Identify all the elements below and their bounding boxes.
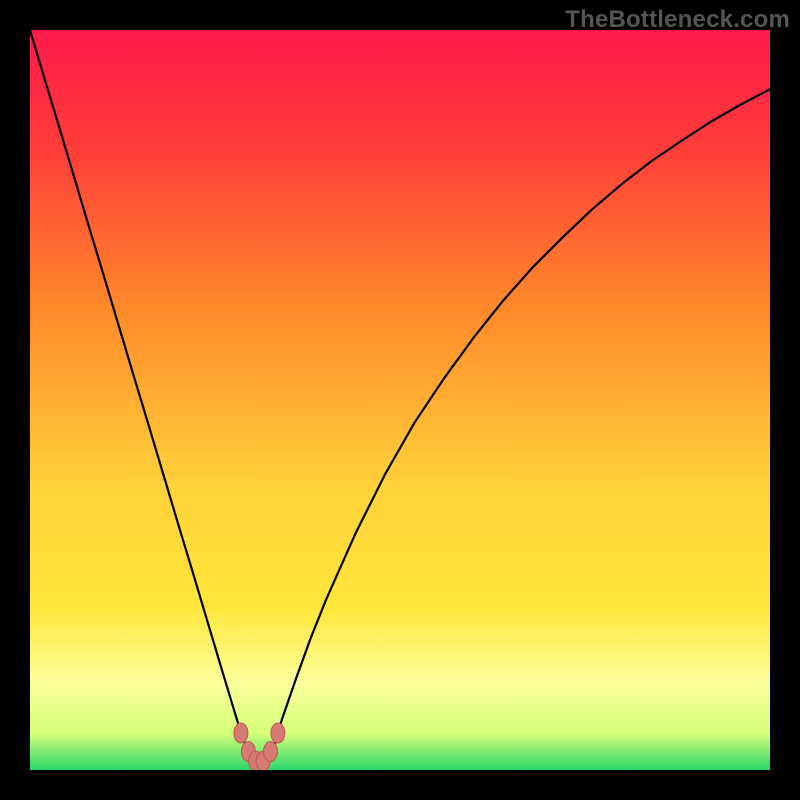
optimal-marker bbox=[271, 723, 285, 743]
chart-frame: TheBottleneck.com bbox=[0, 0, 800, 800]
bottleneck-curve-plot bbox=[30, 30, 770, 770]
optimal-marker bbox=[264, 742, 278, 762]
optimal-marker bbox=[234, 723, 248, 743]
